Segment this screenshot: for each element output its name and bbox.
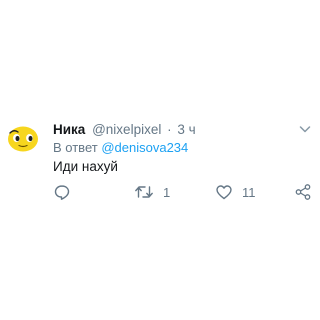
reply-mention-link[interactable]: @denisova234	[101, 140, 188, 155]
user-handle[interactable]: @nixelpixel	[92, 122, 161, 137]
tweet[interactable]: Ника @nixelpixel · 3 ч В ответ @denisova…	[0, 0, 320, 320]
share-button[interactable]	[294, 182, 312, 202]
reply-button[interactable]	[53, 182, 80, 202]
reply-prefix: В ответ	[53, 140, 98, 155]
like-button[interactable]: 11	[215, 182, 256, 202]
share-icon	[295, 184, 311, 200]
reply-context: В ответ @denisova234	[53, 139, 188, 157]
heart-icon	[216, 185, 232, 200]
tweet-actions: 1 11	[0, 182, 320, 202]
like-count: 11	[242, 184, 256, 200]
separator-dot: ·	[167, 122, 172, 137]
reply-icon	[54, 185, 70, 200]
tweet-text: Иди нахуй	[53, 159, 118, 174]
retweet-button[interactable]: 1	[134, 182, 170, 202]
retweet-count: 1	[163, 184, 171, 200]
chevron-down-icon	[299, 126, 311, 133]
retweet-icon	[135, 186, 153, 198]
display-name[interactable]: Ника	[53, 122, 85, 137]
tweet-timestamp[interactable]: 3 ч	[177, 122, 195, 137]
tweet-header: Ника @nixelpixel · 3 ч	[53, 121, 303, 139]
yellow-emoji-avatar-icon	[8, 126, 38, 152]
avatar[interactable]	[5, 120, 41, 156]
tweet-menu-button[interactable]	[298, 122, 312, 136]
